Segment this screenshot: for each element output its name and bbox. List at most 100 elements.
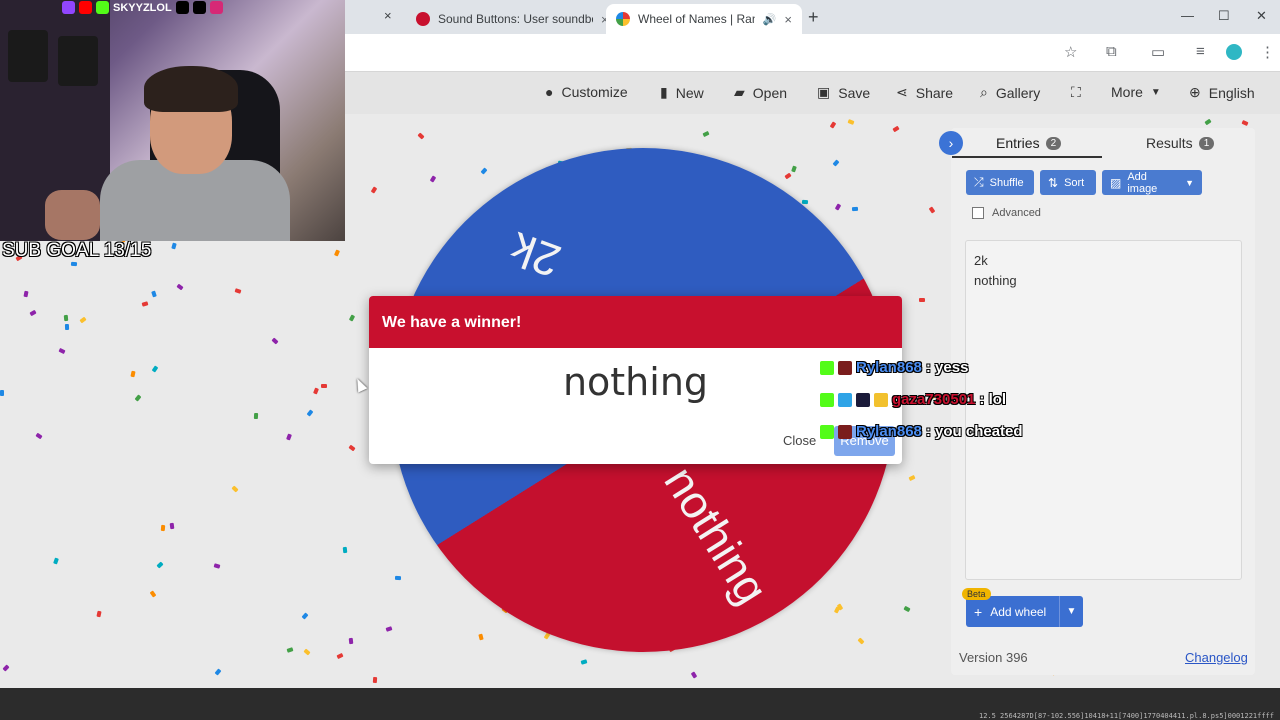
youtube-icon xyxy=(79,1,92,14)
chat-message: Rylan868 : yess xyxy=(820,359,968,376)
new-button[interactable]: ▮ New xyxy=(660,84,704,101)
confetti-piece xyxy=(851,206,859,212)
chat-text: : yess xyxy=(925,359,969,376)
kick-icon xyxy=(96,1,109,14)
fullscreen-button[interactable]: ⛶ xyxy=(1071,84,1089,101)
beta-badge: Beta xyxy=(962,588,991,600)
chat-username: gaza730501 xyxy=(892,391,976,408)
advanced-toggle[interactable]: Advanced xyxy=(972,207,1041,219)
sub-badge-icon xyxy=(838,424,852,439)
streamer-hair xyxy=(144,66,238,112)
share-button[interactable]: ⋖ Share xyxy=(896,84,953,101)
version-label: Version 396 xyxy=(959,650,1028,665)
jersey-decoration xyxy=(8,30,48,82)
x-icon xyxy=(192,1,206,14)
shuffle-icon: ⤮ xyxy=(974,175,984,189)
tab-title: Wheel of Names | Random xyxy=(638,12,755,26)
globe-icon: ⊕ xyxy=(1189,84,1201,100)
confetti-piece xyxy=(169,522,175,530)
minimize-button[interactable]: — xyxy=(1181,8,1194,23)
add-image-button[interactable]: ▨ Add image ▼ xyxy=(1102,170,1202,195)
entry-line: nothing xyxy=(974,273,1017,288)
confetti-piece xyxy=(801,199,809,205)
search-icon: ⌕ xyxy=(980,84,988,100)
cast-icon[interactable]: ▭ xyxy=(1151,43,1165,61)
sub-badge-icon xyxy=(856,392,870,407)
kick-badge-icon xyxy=(820,424,834,439)
language-button[interactable]: ⊕ English xyxy=(1189,84,1255,101)
open-button[interactable]: ▰ Open xyxy=(734,84,787,101)
sort-button[interactable]: ⇅ Sort xyxy=(1040,170,1096,195)
crown-badge-icon xyxy=(874,392,888,407)
more-button[interactable]: More ▼ xyxy=(1111,84,1161,100)
share-icon: ⋖ xyxy=(896,84,908,100)
tab-entries[interactable]: Entries 2 xyxy=(996,135,1062,151)
confetti-piece xyxy=(918,297,926,303)
entries-textarea[interactable]: 2k nothing xyxy=(965,240,1242,580)
confetti-piece xyxy=(320,383,328,389)
bookmark-star-icon[interactable]: ☆ xyxy=(1064,43,1077,61)
sub-goal-text: SUB GOAL 13/15 xyxy=(2,240,152,261)
caret-down-icon[interactable]: ▼ xyxy=(1059,596,1083,627)
tab-results[interactable]: Results 1 xyxy=(1146,135,1215,151)
palette-icon: ● xyxy=(545,84,554,100)
maximize-button[interactable]: ☐ xyxy=(1218,8,1230,24)
social-handles: SKYYZLOL xyxy=(62,0,227,15)
kick-badge-icon xyxy=(820,392,834,407)
changelog-link[interactable]: Changelog xyxy=(1185,650,1248,665)
profile-avatar-icon[interactable] xyxy=(1226,44,1242,60)
results-count-badge: 1 xyxy=(1198,136,1215,150)
instagram-icon xyxy=(209,1,223,14)
tab-favicon-icon xyxy=(616,12,630,26)
shuffle-button[interactable]: ⤮ Shuffle xyxy=(966,170,1034,195)
confetti-piece xyxy=(64,323,70,331)
speaker-icon[interactable]: 🔊 xyxy=(763,13,777,26)
tab-close-icon[interactable]: × xyxy=(784,12,792,27)
kick-badge-icon xyxy=(820,360,834,375)
add-wheel-button[interactable]: + Add wheel ▼ xyxy=(966,596,1083,627)
advanced-checkbox[interactable] xyxy=(972,207,984,219)
file-icon: ▮ xyxy=(660,84,668,100)
sub-badge-icon xyxy=(838,360,852,375)
extensions-icon[interactable]: ⧉ xyxy=(1106,43,1117,60)
entries-count-badge: 2 xyxy=(1045,136,1062,150)
chat-message: gaza730501 : lol xyxy=(820,391,1006,408)
caret-down-icon: ▼ xyxy=(1185,177,1194,188)
browser-menu-icon[interactable]: ⋮ xyxy=(1260,43,1275,61)
tiktok-icon xyxy=(175,1,189,14)
confetti-piece xyxy=(160,524,166,532)
gallery-button[interactable]: ⌕ Gallery xyxy=(980,84,1040,101)
webcam-overlay: SKYYZLOL xyxy=(0,0,345,241)
new-tab-button[interactable]: + xyxy=(808,7,819,28)
stream-stats-text: 12.5 2564287D[87-102.556]10418+11[7400]1… xyxy=(978,712,1274,720)
save-button[interactable]: ▣ Save xyxy=(817,84,870,101)
active-tab-indicator xyxy=(952,156,1102,158)
chat-message: Rylan868 : you cheated xyxy=(820,423,1023,440)
customize-button[interactable]: ● Customize xyxy=(545,84,628,100)
media-control-icon[interactable]: ≡ xyxy=(1196,43,1205,60)
tab-sound-buttons[interactable]: Sound Buttons: User soundboa × xyxy=(406,4,619,34)
twitch-icon xyxy=(62,1,75,14)
confetti-piece xyxy=(348,637,354,645)
streamer-hand xyxy=(45,190,100,240)
folder-icon: ▰ xyxy=(734,84,745,100)
confetti-piece xyxy=(394,575,402,581)
collapse-panel-button[interactable]: › xyxy=(939,131,963,155)
confetti-piece xyxy=(63,314,69,322)
confetti-piece xyxy=(0,390,4,396)
image-icon: ▨ xyxy=(1110,175,1122,190)
chat-text: : lol xyxy=(979,391,1007,408)
window-close-button[interactable]: ✕ xyxy=(1256,8,1267,24)
plus-icon: + xyxy=(974,603,983,620)
dialog-title: We have a winner! xyxy=(369,296,902,348)
chevron-right-icon: › xyxy=(948,135,954,151)
tab-wheel-of-names[interactable]: Wheel of Names | Random 🔊 × xyxy=(606,4,802,34)
confetti-piece xyxy=(70,261,78,267)
screen: { "browser": { "tabs": [ {"title": "Soun… xyxy=(0,0,1280,720)
chat-text: : you cheated xyxy=(925,423,1023,440)
chat-username: Rylan868 xyxy=(856,359,922,376)
save-icon: ▣ xyxy=(817,84,831,100)
tab-close-icon[interactable]: × xyxy=(384,8,392,23)
channel-name: SKYYZLOL xyxy=(113,1,172,14)
close-button[interactable]: Close xyxy=(783,433,816,448)
